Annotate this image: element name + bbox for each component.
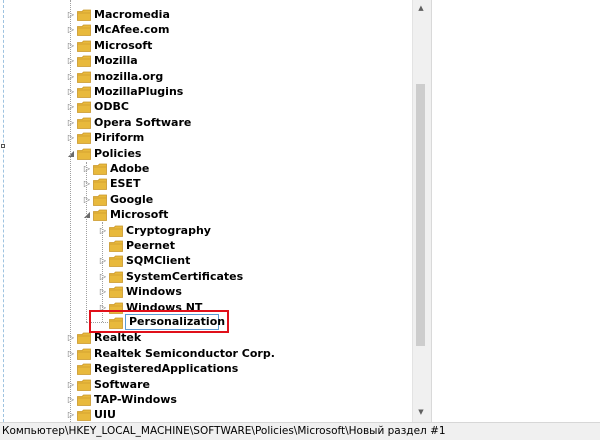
collapse-arrow-icon[interactable]: ◢	[82, 207, 92, 223]
expand-arrow-icon[interactable]: ▷	[66, 130, 76, 146]
expand-arrow-icon[interactable]: ▷	[82, 176, 92, 192]
expand-arrow-icon[interactable]: ▷	[66, 377, 76, 393]
expand-arrow-icon[interactable]: ▷	[66, 346, 76, 362]
tree-item-label: SQMClient	[126, 254, 191, 268]
expand-arrow-icon[interactable]: ▷	[66, 22, 76, 38]
expand-arrow-icon[interactable]: ▷	[66, 7, 76, 23]
folder-icon	[109, 255, 123, 268]
folder-icon	[77, 9, 91, 21]
expand-arrow-icon[interactable]: ▷	[66, 392, 76, 408]
no-expander	[66, 361, 76, 377]
status-path: Компьютер\HKEY_LOCAL_MACHINE\SOFTWARE\Po…	[2, 425, 446, 437]
tree-item-label: Google	[110, 192, 154, 206]
scroll-down-arrow-icon[interactable]: ▼	[413, 404, 429, 420]
expand-arrow-icon[interactable]: ▷	[66, 53, 76, 69]
folder-icon	[77, 117, 91, 129]
expand-arrow-icon[interactable]: ▷	[82, 192, 92, 208]
expand-arrow-icon[interactable]: ▷	[66, 84, 76, 100]
tree-item-label: UIU	[94, 408, 116, 422]
expand-arrow-icon[interactable]: ▷	[98, 269, 108, 285]
folder-icon	[93, 209, 107, 222]
folder-icon	[77, 363, 91, 376]
folder-icon	[109, 240, 123, 252]
scrollbar-thumb[interactable]	[416, 84, 425, 346]
folder-icon	[77, 379, 91, 391]
tree-item-label: Windows	[126, 285, 182, 299]
folder-icon	[77, 71, 91, 83]
status-bar: Компьютер\HKEY_LOCAL_MACHINE\SOFTWARE\Po…	[0, 422, 600, 440]
expand-arrow-icon[interactable]: ▷	[82, 161, 92, 177]
highlight-annotation	[89, 310, 229, 333]
folder-icon	[77, 24, 91, 37]
tree-connector-line	[102, 222, 103, 322]
tree-item-label: Realtek Semiconductor Corp.	[94, 346, 275, 360]
folder-icon	[77, 394, 91, 406]
folder-icon	[77, 148, 91, 160]
tree-item-label: RegisteredApplications	[94, 362, 239, 376]
tree-item-label: MozillaPlugins	[94, 85, 184, 98]
tree-vertical-scrollbar[interactable]: ▲ ▼	[412, 0, 428, 422]
expand-arrow-icon[interactable]: ▷	[98, 253, 108, 269]
tree-item-label: Peernet	[126, 239, 175, 252]
tree-item-label: McAfee.com	[94, 23, 170, 37]
tree-item-label: Macromedia	[94, 8, 170, 21]
folder-icon	[77, 86, 91, 98]
folder-icon	[77, 409, 91, 422]
expand-arrow-icon[interactable]: ▷	[98, 284, 108, 300]
tree-item-label: TAP-Windows	[94, 393, 177, 406]
folder-icon	[77, 40, 91, 52]
tree-item-label: Microsoft	[94, 38, 153, 52]
resize-handle[interactable]	[1, 144, 5, 148]
expand-arrow-icon[interactable]: ▷	[66, 330, 76, 346]
expand-arrow-icon[interactable]: ▷	[66, 38, 76, 54]
tree-connector-line	[86, 162, 87, 322]
tree-item-label: Mozilla	[94, 54, 138, 68]
tree-item-label: SystemCertificates	[126, 269, 244, 283]
tree-item-label: Cryptography	[126, 223, 211, 237]
folder-icon	[93, 178, 107, 191]
expand-arrow-icon[interactable]: ▷	[66, 115, 76, 131]
scroll-up-arrow-icon[interactable]: ▲	[413, 0, 429, 16]
folder-icon	[77, 332, 91, 345]
folder-icon	[109, 225, 123, 237]
folder-icon	[77, 348, 91, 360]
folder-icon	[109, 286, 123, 299]
folder-icon	[93, 194, 107, 206]
tree-item-label: Piriform	[94, 131, 145, 145]
folder-icon	[109, 271, 123, 283]
values-pane[interactable]	[432, 0, 600, 422]
tree-item-label: Microsoft	[110, 208, 169, 222]
expand-arrow-icon[interactable]: ▷	[66, 69, 76, 85]
expand-arrow-icon[interactable]: ▷	[66, 99, 76, 115]
collapse-arrow-icon[interactable]: ◢	[66, 146, 76, 162]
expand-arrow-icon[interactable]: ▷	[98, 223, 108, 239]
tree-item-label: Adobe	[110, 162, 150, 175]
expand-arrow-icon[interactable]: ▷	[66, 407, 76, 422]
tree-item-label: Software	[94, 377, 150, 391]
tree-item-label: Policies	[94, 146, 142, 160]
tree-item-label: mozilla.org	[94, 69, 164, 83]
folder-icon	[77, 132, 91, 145]
folder-icon	[77, 55, 91, 68]
tree-item-label: ESET	[110, 177, 141, 191]
tree-connector-line	[70, 0, 71, 422]
registry-tree-pane[interactable]: ▷ Macromedia ▷ McAfee.com ▷ Microsoft ▷ Mozilla…	[6, 0, 412, 422]
folder-icon	[77, 101, 91, 114]
tree-item-label: ODBC	[94, 100, 129, 114]
no-expander	[98, 238, 108, 254]
gutter-dashed-line	[3, 0, 4, 422]
tree-item-label: Opera Software	[94, 115, 192, 129]
folder-icon	[93, 163, 107, 175]
